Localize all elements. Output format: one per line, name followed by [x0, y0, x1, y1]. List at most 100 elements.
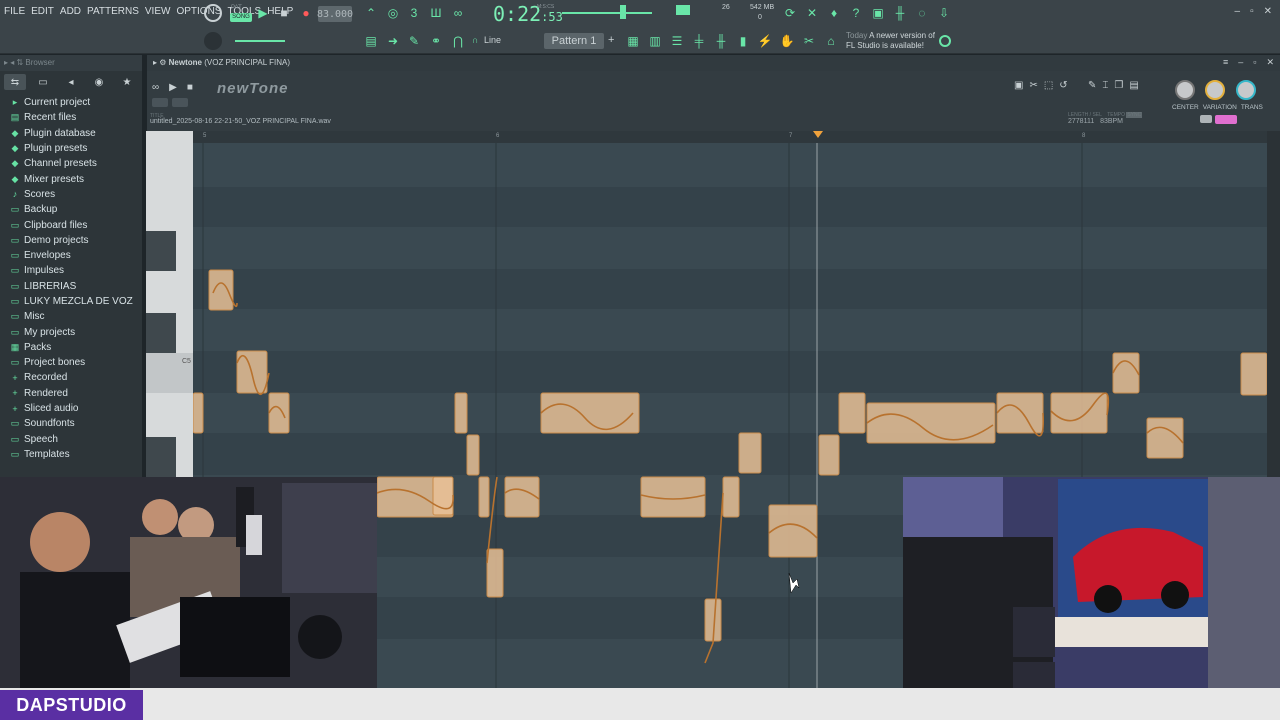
black-key[interactable] [146, 231, 176, 271]
step-edit-icon[interactable]: Ш [427, 4, 445, 22]
plugin-minimize-icon[interactable]: – [1238, 57, 1243, 68]
black-key[interactable] [146, 437, 176, 477]
menu-add[interactable]: ADD [60, 6, 81, 17]
snap-selector[interactable]: Line [484, 35, 501, 45]
browser-item[interactable]: ▭ Misc [10, 309, 140, 324]
fader-icon[interactable]: ╫ [712, 32, 730, 50]
nt-play-icon[interactable]: ▶ [169, 82, 177, 93]
mixer-icon[interactable]: ╫ [891, 4, 909, 22]
browser-item[interactable]: ▭ Envelopes [10, 248, 140, 263]
chat-icon[interactable]: ◌ [913, 4, 931, 22]
plugin-close-icon[interactable]: ✕ [1266, 57, 1274, 68]
minimize-icon[interactable]: – [1235, 6, 1241, 17]
menu-patterns[interactable]: PATTERNS [87, 6, 139, 17]
slider-handle[interactable] [620, 5, 626, 19]
browser-item[interactable]: ▦ Packs [10, 340, 140, 355]
tempo-display[interactable]: 83.000 [317, 6, 353, 22]
variation-knob[interactable] [1205, 80, 1225, 100]
arrow-icon[interactable]: ➜ [384, 32, 402, 50]
black-key[interactable] [146, 313, 176, 353]
vertical-scrollbar[interactable] [1267, 131, 1280, 477]
master-volume-slider[interactable] [235, 40, 285, 42]
touch-icon[interactable]: ✋ [778, 32, 796, 50]
link-icon[interactable]: ⚭ [427, 32, 445, 50]
play-icon[interactable]: ▶ [254, 4, 272, 22]
trans-knob[interactable] [1236, 80, 1256, 100]
browser-item[interactable]: ▭ Project bones [10, 355, 140, 370]
nt-toggle-b[interactable] [1215, 115, 1237, 124]
browser-item[interactable]: + Rendered [10, 386, 140, 401]
download-icon[interactable]: ⇩ [935, 4, 953, 22]
browser-item[interactable]: ▭ My projects [10, 324, 140, 339]
nt-copy-icon[interactable]: ❐ [1114, 80, 1123, 91]
browser-tab-starred-icon[interactable]: ★ [116, 74, 138, 90]
nt-mode-button-2[interactable] [172, 98, 188, 107]
browser-item[interactable]: ▭ LUKY MEZCLA DE VOZ [10, 294, 140, 309]
plugin-maximize-icon[interactable]: ▫ [1253, 57, 1256, 68]
countdown-icon[interactable]: 3 [405, 4, 423, 22]
browser-item[interactable]: ▤ Recent files [10, 110, 140, 125]
loop-record-icon[interactable]: ◎ [384, 4, 402, 22]
browser-item[interactable]: ▸ Current project [10, 95, 140, 110]
browser-item[interactable]: ▭ Clipboard files [10, 217, 140, 232]
menu-view[interactable]: VIEW [145, 6, 171, 17]
channel-rack-icon[interactable]: ▥ [646, 32, 664, 50]
browser-item[interactable]: + Sliced audio [10, 401, 140, 416]
browser-item[interactable]: ♪ Scores [10, 187, 140, 202]
hint-icon[interactable] [204, 4, 222, 22]
browser-item[interactable]: ◆ Plugin database [10, 126, 140, 141]
timeline-ruler[interactable]: 5 6 7 8 [193, 131, 1267, 143]
browser-icon[interactable]: ▮ [734, 32, 752, 50]
browser-item[interactable]: ▭ Demo projects [10, 233, 140, 248]
loop-icon[interactable]: ∞ [152, 82, 159, 93]
nt-undo-icon[interactable]: ↺ [1059, 80, 1067, 91]
browser-item[interactable]: ▭ Speech [10, 432, 140, 447]
playhead-marker-icon[interactable] [813, 131, 823, 138]
nt-pencil-icon[interactable]: ✎ [1088, 80, 1096, 91]
close-all-icon[interactable]: ✕ [803, 4, 821, 22]
browser-tab-files-icon[interactable]: ▭ [32, 74, 54, 90]
pattern-selector[interactable]: Pattern 1 [544, 33, 604, 49]
nt-toggle-a[interactable] [1200, 115, 1212, 123]
plugin-menu-icon[interactable]: ≡ [1223, 57, 1228, 68]
mic-icon[interactable]: ♦ [825, 4, 843, 22]
draw-icon[interactable]: ✎ [405, 32, 423, 50]
master-pitch-slider[interactable] [562, 12, 652, 14]
maximize-icon[interactable]: ▫ [1250, 6, 1254, 17]
browser-tab-db-icon[interactable]: ◉ [88, 74, 110, 90]
browser-item[interactable]: ▭ Soundfonts [10, 416, 140, 431]
nt-save-icon[interactable]: ▣ [1014, 80, 1023, 91]
stop-icon[interactable]: ■ [275, 4, 293, 22]
browser-item[interactable]: ◆ Plugin presets [10, 141, 140, 156]
step-seq-icon[interactable]: ☰ [668, 32, 686, 50]
center-knob[interactable] [1175, 80, 1195, 100]
plugin-icon[interactable]: ⚡ [756, 32, 774, 50]
nt-select-icon[interactable]: ⬚ [1044, 80, 1053, 91]
browser-tab-plugins-icon[interactable]: ◂ [60, 74, 82, 90]
newtone-window-title[interactable]: ▸ ⚙ Newtone (VOZ PRINCIPAL FINA) [147, 55, 1280, 71]
master-volume-knob[interactable] [204, 32, 222, 50]
magnet-icon[interactable]: ⋂ [449, 32, 467, 50]
help-icon[interactable]: ? [847, 4, 865, 22]
news-icon[interactable] [939, 35, 951, 47]
nt-slice-icon[interactable]: ⌶ [1102, 80, 1108, 91]
nt-grid-icon[interactable]: ▤ [1129, 80, 1138, 91]
menu-file[interactable]: FILE [4, 6, 25, 17]
metronome-icon[interactable]: ⌃ [362, 4, 380, 22]
playlist-icon[interactable]: ▤ [362, 32, 380, 50]
nt-mode-button-1[interactable] [152, 98, 168, 107]
piano-keyboard[interactable]: C5 [146, 131, 193, 477]
browser-item[interactable]: ▭ Backup [10, 202, 140, 217]
pat-label[interactable]: PAT [231, 5, 242, 11]
news-panel[interactable]: Today A newer version of FL Studio is av… [846, 31, 935, 51]
browser-tab-all-icon[interactable]: ⇆ [4, 74, 26, 90]
piano-roll-icon[interactable]: ▦ [624, 32, 642, 50]
add-pattern-icon[interactable]: + [608, 34, 614, 46]
refresh-icon[interactable]: ⟳ [781, 4, 799, 22]
save-icon[interactable]: ▣ [869, 4, 887, 22]
close-icon[interactable]: ✕ [1264, 6, 1272, 17]
browser-item[interactable]: + Recorded [10, 370, 140, 385]
browser-item[interactable]: ▭ LIBRERIAS [10, 279, 140, 294]
record-icon[interactable]: ● [297, 4, 315, 22]
mixer-view-icon[interactable]: ╪ [690, 32, 708, 50]
